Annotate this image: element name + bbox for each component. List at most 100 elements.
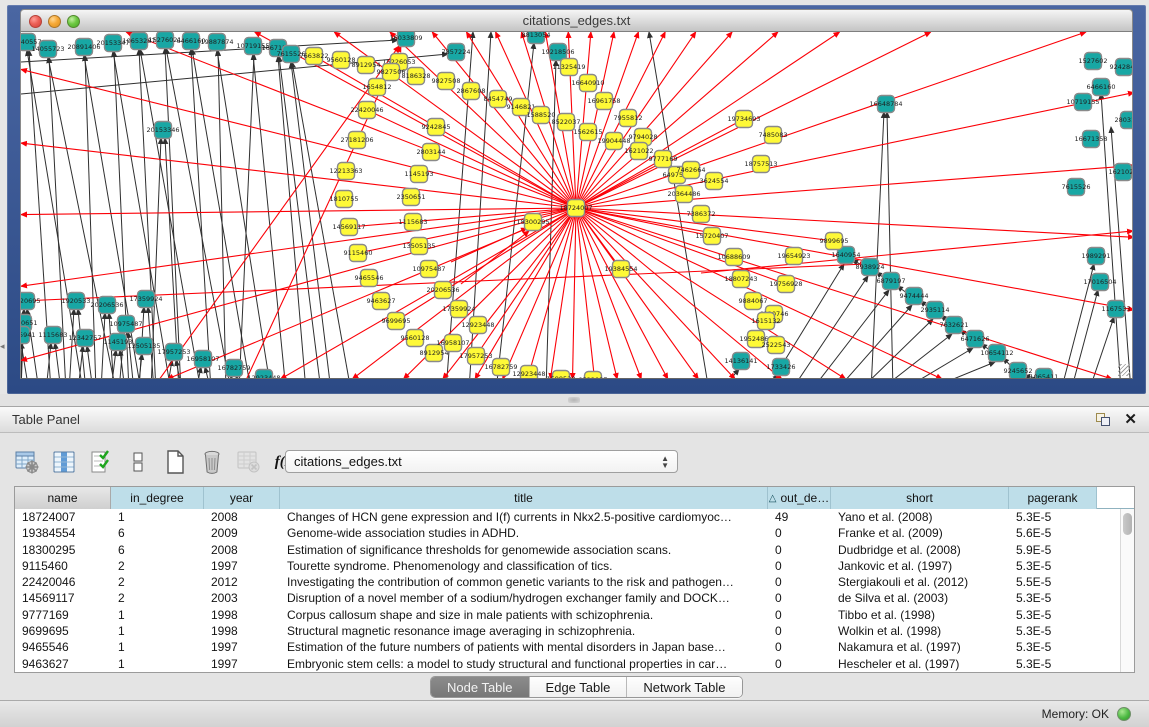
table-cell[interactable]: Genome-wide association studies in ADHD. — [280, 525, 768, 541]
table-cell[interactable]: Wolkin et al. (1998) — [831, 623, 1009, 639]
tab-edge-table[interactable]: Edge Table — [530, 677, 628, 697]
unselect-all-button[interactable] — [125, 449, 151, 475]
table-scrollbar-thumb[interactable] — [1123, 513, 1132, 535]
table-cell[interactable]: 6 — [111, 525, 204, 541]
table-cell[interactable]: 18300295 — [15, 542, 111, 558]
tab-network-table[interactable]: Network Table — [627, 677, 741, 697]
table-cell[interactable]: 18724007 — [15, 509, 111, 525]
table-cell[interactable]: 5.3E-5 — [1009, 639, 1097, 655]
table-cell[interactable]: Structural magnetic resonance image aver… — [280, 623, 768, 639]
table-cell[interactable]: 2008 — [204, 509, 280, 525]
table-cell[interactable]: 2008 — [204, 542, 280, 558]
table-cell[interactable]: 0 — [768, 639, 831, 655]
table-cell[interactable]: 5.3E-5 — [1009, 558, 1097, 574]
table-cell[interactable]: 5.5E-5 — [1009, 574, 1097, 590]
table-cell[interactable]: Disruption of a novel member of a sodium… — [280, 590, 768, 606]
column-header-year[interactable]: year — [204, 487, 280, 509]
table-cell[interactable]: 5.6E-5 — [1009, 525, 1097, 541]
delete-rows-button[interactable] — [199, 449, 225, 475]
table-cell[interactable]: Estimation of significance thresholds fo… — [280, 542, 768, 558]
table-cell[interactable]: 9463627 — [15, 656, 111, 672]
column-header-out_de[interactable]: △out_de… — [768, 487, 831, 509]
tab-node-table[interactable]: Node Table — [431, 677, 530, 697]
table-row[interactable]: 2242004622012Investigating the contribut… — [15, 574, 1120, 590]
resize-grip-icon[interactable] — [1118, 364, 1130, 376]
table-cell[interactable]: 5.3E-5 — [1009, 656, 1097, 672]
table-row[interactable]: 1872400712008Changes of HCN gene express… — [15, 509, 1120, 525]
table-settings-button[interactable] — [14, 449, 40, 475]
table-cell[interactable]: 5.9E-5 — [1009, 542, 1097, 558]
table-cell[interactable]: 0 — [768, 574, 831, 590]
table-cell[interactable]: 2003 — [204, 590, 280, 606]
table-row[interactable]: 1456911722003Disruption of a novel membe… — [15, 590, 1120, 606]
citation-graph[interactable]: 1872400723405571405572320891406201533471… — [21, 32, 1133, 379]
table-cell[interactable]: 19384554 — [15, 525, 111, 541]
network-canvas[interactable]: 1872400723405571405572320891406201533471… — [20, 32, 1133, 379]
table-cell[interactable]: 2012 — [204, 574, 280, 590]
column-header-name[interactable]: name — [15, 487, 111, 509]
table-cell[interactable]: 2 — [111, 590, 204, 606]
table-cell[interactable]: Franke et al. (2009) — [831, 525, 1009, 541]
table-cell[interactable]: 22420046 — [15, 574, 111, 590]
memory-status-icon[interactable] — [1117, 707, 1131, 721]
table-cell[interactable]: 0 — [768, 558, 831, 574]
horizontal-splitter[interactable] — [0, 394, 1149, 406]
table-cell[interactable]: Corpus callosum shape and size in male p… — [280, 607, 768, 623]
table-cell[interactable]: de Silva et al. (2003) — [831, 590, 1009, 606]
table-cell[interactable]: 0 — [768, 542, 831, 558]
table-row[interactable]: 977716911998Corpus callosum shape and si… — [15, 607, 1120, 623]
table-cell[interactable]: 1 — [111, 607, 204, 623]
table-cell[interactable]: Changes of HCN gene expression and I(f) … — [280, 509, 768, 525]
table-cell[interactable]: 1997 — [204, 558, 280, 574]
column-header-title[interactable]: title — [280, 487, 768, 509]
table-cell[interactable]: Embryonic stem cells: a model to study s… — [280, 656, 768, 672]
minimize-window-icon[interactable] — [48, 15, 61, 28]
table-cell[interactable]: 1 — [111, 509, 204, 525]
table-cell[interactable]: 0 — [768, 656, 831, 672]
table-cell[interactable]: Investigating the contribution of common… — [280, 574, 768, 590]
show-columns-button[interactable] — [51, 449, 77, 475]
column-header-short[interactable]: short — [831, 487, 1009, 509]
table-cell[interactable]: 0 — [768, 623, 831, 639]
table-row[interactable]: 969969511998Structural magnetic resonanc… — [15, 623, 1120, 639]
table-row[interactable]: 946554611997Estimation of the future num… — [15, 639, 1120, 655]
table-cell[interactable]: 14569117 — [15, 590, 111, 606]
table-cell[interactable]: Yano et al. (2008) — [831, 509, 1009, 525]
table-cell[interactable]: Stergiakouli et al. (2012) — [831, 574, 1009, 590]
table-cell[interactable]: Nakamura et al. (1997) — [831, 639, 1009, 655]
table-cell[interactable]: 1998 — [204, 623, 280, 639]
table-cell[interactable]: Hescheler et al. (1997) — [831, 656, 1009, 672]
table-row[interactable]: 946362711997Embryonic stem cells: a mode… — [15, 656, 1120, 672]
table-cell[interactable]: Jankovic et al. (1997) — [831, 558, 1009, 574]
table-cell[interactable]: 1997 — [204, 656, 280, 672]
table-cell[interactable]: 9465546 — [15, 639, 111, 655]
table-row[interactable]: 1938455462009Genome-wide association stu… — [15, 525, 1120, 541]
table-cell[interactable]: 0 — [768, 607, 831, 623]
table-cell[interactable]: 5.3E-5 — [1009, 509, 1097, 525]
table-row[interactable]: 911546021997Tourette syndrome. Phenomeno… — [15, 558, 1120, 574]
table-cell[interactable]: 5.3E-5 — [1009, 607, 1097, 623]
table-cell[interactable]: 1998 — [204, 607, 280, 623]
table-cell[interactable]: 2 — [111, 558, 204, 574]
table-cell[interactable]: Tourette syndrome. Phenomenology and cla… — [280, 558, 768, 574]
splitter-handle-icon[interactable] — [568, 397, 580, 403]
network-file-select[interactable]: citations_edges.txt ▲▼ — [285, 450, 678, 473]
close-panel-icon[interactable]: ✕ — [1124, 413, 1137, 427]
table-cell[interactable]: Estimation of the future numbers of pati… — [280, 639, 768, 655]
table-cell[interactable]: 2009 — [204, 525, 280, 541]
column-header-pagerank[interactable]: pagerank — [1009, 487, 1097, 509]
window-titlebar[interactable]: citations_edges.txt — [20, 9, 1133, 32]
new-table-button[interactable] — [162, 449, 188, 475]
collapse-panel-arrow-icon[interactable]: ◂ — [0, 341, 5, 352]
table-row[interactable]: 1830029562008Estimation of significance … — [15, 542, 1120, 558]
table-cell[interactable]: 0 — [768, 590, 831, 606]
table-cell[interactable]: 1 — [111, 623, 204, 639]
table-cell[interactable]: Tibbo et al. (1998) — [831, 607, 1009, 623]
table-cell[interactable]: 1997 — [204, 639, 280, 655]
table-cell[interactable]: 1 — [111, 639, 204, 655]
table-cell[interactable]: Dudbridge et al. (2008) — [831, 542, 1009, 558]
column-header-in_degree[interactable]: in_degree — [111, 487, 204, 509]
table-cell[interactable]: 49 — [768, 509, 831, 525]
table-cell[interactable]: 5.3E-5 — [1009, 623, 1097, 639]
zoom-window-icon[interactable] — [67, 15, 80, 28]
